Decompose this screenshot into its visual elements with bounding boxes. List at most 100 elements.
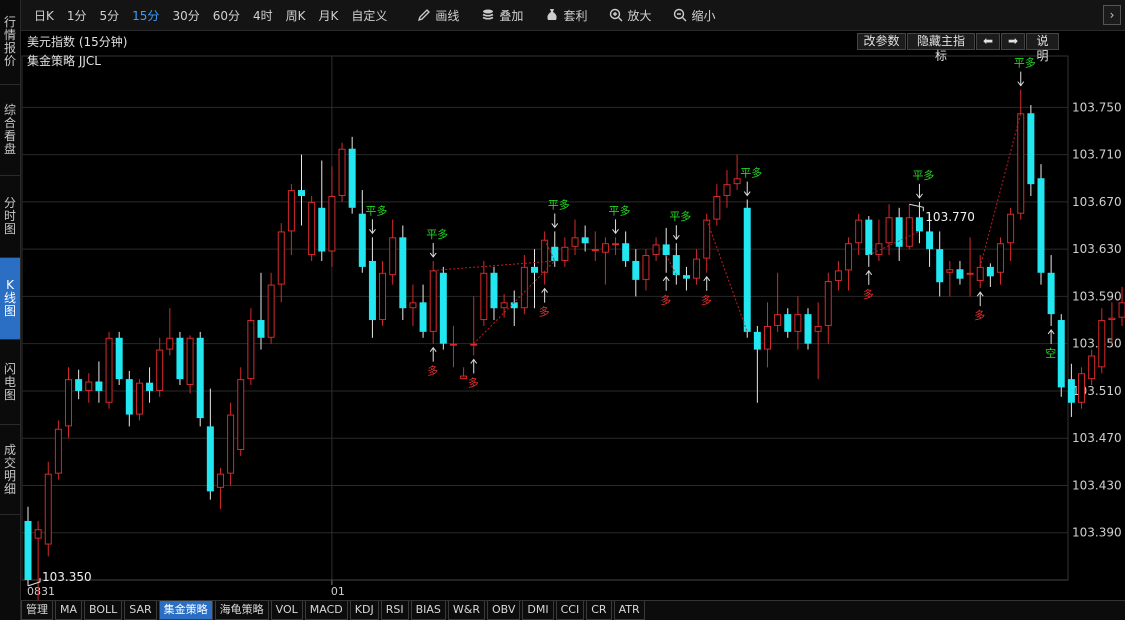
candle-body-down <box>1067 379 1075 403</box>
indicator-tab-dmi[interactable]: DMI <box>522 601 554 620</box>
candle-body-up <box>389 237 397 276</box>
candle-body-down <box>419 302 427 332</box>
signal-label-long: 多 <box>701 293 712 307</box>
x-tick-label: 01 <box>331 585 345 598</box>
indicator-tab-vol[interactable]: VOL <box>270 601 303 620</box>
candle-body-down <box>551 246 559 261</box>
candle-body-up <box>85 381 93 391</box>
y-tick-label: 103.710 <box>1072 148 1122 162</box>
candle-body-up <box>429 270 437 332</box>
candle-body-up <box>601 243 609 253</box>
candle-body-up <box>814 325 822 332</box>
indicator-tab-rsi[interactable]: RSI <box>380 601 409 620</box>
candle-body-up <box>591 249 599 252</box>
candle-body-up <box>1108 317 1116 321</box>
candle-body-up <box>379 272 387 321</box>
candle-body-up <box>186 337 194 386</box>
y-tick-label: 103.630 <box>1072 242 1122 256</box>
candle-body-up <box>480 272 488 321</box>
candle-body-up <box>946 269 954 273</box>
candle-body-up <box>54 428 62 474</box>
indicator-tab-5[interactable]: 海龟策略 <box>214 601 269 620</box>
signal-label-long: 多 <box>539 305 550 319</box>
candle-body-up <box>763 325 771 350</box>
candle-body-up <box>1007 213 1015 244</box>
candle-body-up <box>267 284 275 338</box>
candle-body-down <box>622 243 630 261</box>
candle-body-down <box>743 207 751 332</box>
candle-body-down <box>895 217 903 247</box>
candle-body-down <box>632 260 640 280</box>
indicator-tab-bias[interactable]: BIAS <box>410 601 446 620</box>
candle-body-up <box>885 217 893 244</box>
candle-body-up <box>723 184 731 196</box>
signal-label-close-long: 平多 <box>609 203 631 217</box>
edit-params-button[interactable]: 改参数 <box>857 33 906 50</box>
candle-body-down <box>956 269 964 279</box>
candle-body-up <box>652 244 660 256</box>
candle-body-up <box>216 473 224 488</box>
candle-body-down <box>490 272 498 309</box>
candle-body-up <box>287 190 295 232</box>
signal-label-close-long: 平多 <box>1014 56 1036 70</box>
signal-label-long: 多 <box>468 375 479 389</box>
candle-body-down <box>581 237 589 244</box>
candle-body-up <box>834 270 842 282</box>
strategy-title: 集金策略 JJCL <box>27 54 101 68</box>
candle-body-up <box>308 201 316 256</box>
prev-arrow-button[interactable]: ⬅ <box>976 33 1000 50</box>
candle-body-up <box>460 375 468 380</box>
candle-body-up <box>166 337 174 350</box>
indicator-tab-wr[interactable]: W&R <box>447 601 485 620</box>
candle-body-up <box>774 314 782 326</box>
hide-main-indicator-button[interactable]: 隐藏主指标 <box>907 33 975 63</box>
indicator-tab-0[interactable]: 管理 <box>21 601 53 620</box>
candle-body-up <box>1098 320 1106 368</box>
candle-body-down <box>257 320 265 338</box>
candle-body-down <box>75 379 83 391</box>
indicator-tab-boll[interactable]: BOLL <box>84 601 123 620</box>
y-tick-label: 103.390 <box>1072 526 1122 540</box>
candle-body-up <box>1017 113 1025 214</box>
indicator-tab-macd[interactable]: MACD <box>304 601 348 620</box>
candle-body-down <box>531 266 538 273</box>
y-tick-label: 103.430 <box>1072 478 1122 492</box>
candle-body-up <box>470 343 478 346</box>
candle-body-down <box>206 426 214 492</box>
chart-header-buttons: 改参数 隐藏主指标 ⬅ ➡ 说明 <box>857 33 1060 63</box>
candle-body-up <box>855 219 863 244</box>
candle-body-up <box>642 255 650 280</box>
next-arrow-button[interactable]: ➡ <box>1001 33 1025 50</box>
candle-body-up <box>713 195 721 220</box>
candle-body-down <box>682 275 690 279</box>
indicator-tab-cr[interactable]: CR <box>586 601 612 620</box>
min-price-label: 103.350 <box>42 570 92 584</box>
indicator-tab-ma[interactable]: MA <box>55 601 83 620</box>
signal-label-close-long: 平多 <box>669 209 691 223</box>
candle-body-up <box>571 237 579 247</box>
candle-body-down <box>1047 272 1055 315</box>
signal-label-close-long: 平多 <box>740 166 762 180</box>
signal-label-close-long: 平多 <box>365 203 387 217</box>
candle-body-up <box>703 219 711 259</box>
indicator-tab-sar[interactable]: SAR <box>124 601 157 620</box>
kline-chart[interactable]: 103.390103.430103.470103.510103.550103.5… <box>0 0 1125 600</box>
candle-body-up <box>1118 302 1125 318</box>
indicator-tab-cci[interactable]: CCI <box>555 601 585 620</box>
candle-body-up <box>105 337 113 403</box>
candle-body-up <box>277 231 285 285</box>
indicator-tab-kdj[interactable]: KDJ <box>349 601 379 620</box>
y-tick-label: 103.550 <box>1072 337 1122 351</box>
indicator-tab-obv[interactable]: OBV <box>487 601 521 620</box>
indicator-tab-4[interactable]: 集金策略 <box>158 601 213 620</box>
signal-label-long: 多 <box>427 364 438 378</box>
y-tick-label: 103.470 <box>1072 431 1122 445</box>
signal-label-long: 多 <box>863 287 874 301</box>
help-button[interactable]: 说明 <box>1026 33 1059 63</box>
candle-body-up <box>65 379 73 427</box>
candle-body-up <box>227 414 235 474</box>
signal-label-short: 空 <box>1045 346 1056 360</box>
candle-body-up <box>976 266 984 282</box>
indicator-tab-atr[interactable]: ATR <box>613 601 645 620</box>
candle-body-up <box>135 382 143 415</box>
